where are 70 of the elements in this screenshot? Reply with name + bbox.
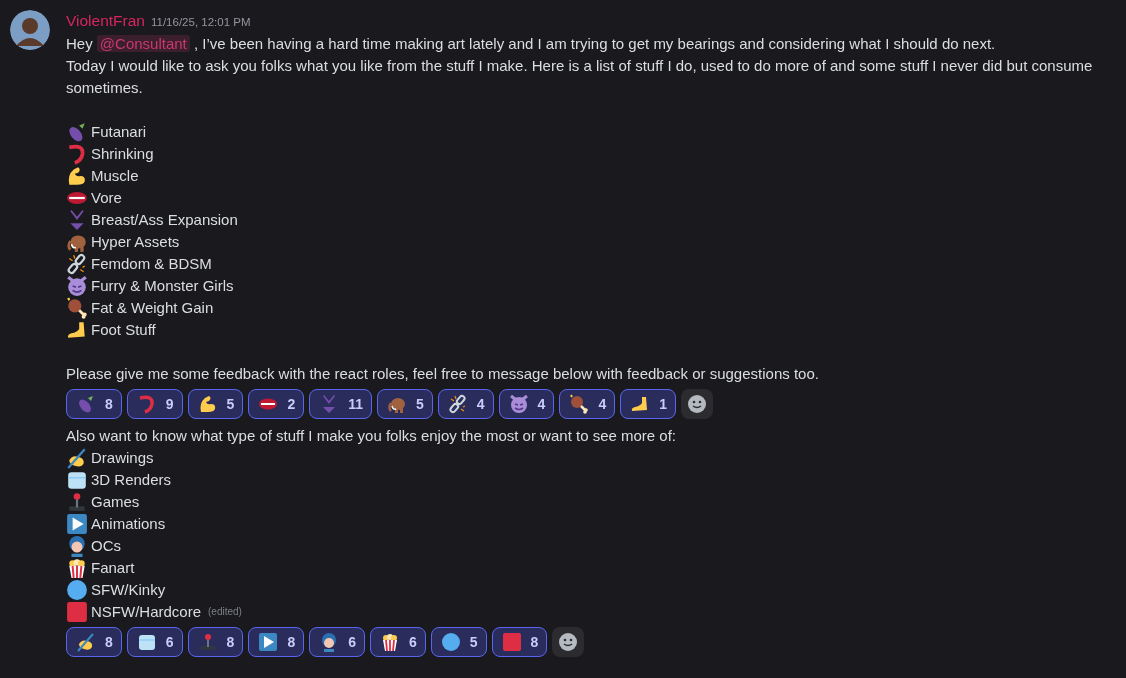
list-item-text: Animations — [91, 514, 166, 534]
flexed-arm-icon — [66, 165, 88, 187]
devil-face-icon — [66, 275, 88, 297]
eggplant-icon — [66, 121, 88, 143]
reaction-button[interactable]: 6 — [370, 627, 426, 657]
popcorn-icon — [380, 632, 400, 652]
list-item-text: Games — [91, 492, 140, 512]
message-text: Please give me some feedback with the react roles, feel free to message below with feedback or suggestions too. — [66, 364, 820, 384]
list-item-text: SFW/Kinky — [91, 580, 166, 600]
list-item-text: Foot Stuff — [91, 320, 156, 340]
chain-icon — [66, 253, 88, 275]
list-item-text: Furry & Monster Girls — [91, 276, 234, 296]
list-item-text: Fat & Weight Gain — [91, 298, 214, 318]
circle-icon — [440, 632, 461, 652]
reaction-button[interactable]: 6 — [309, 627, 365, 657]
play-icon — [258, 632, 279, 652]
reaction-button[interactable]: 1 — [620, 389, 676, 419]
list-item-text: Futanari — [91, 122, 147, 142]
list-item-text: OCs — [91, 536, 121, 556]
reaction-button[interactable]: 6 — [126, 627, 183, 657]
ice-cube-icon — [66, 469, 88, 491]
square-icon — [66, 601, 88, 623]
list-item-text: Drawings — [91, 448, 154, 468]
circle-icon — [66, 579, 88, 601]
chain-icon — [447, 394, 468, 414]
square-icon — [501, 632, 522, 652]
eggplant-icon — [76, 394, 96, 414]
timestamp: 11/16/25, 12:01 PM — [151, 15, 251, 30]
reaction-button[interactable]: 8 — [66, 389, 122, 419]
list-item-text: NSFW/Hardcore — [91, 602, 202, 622]
list-item-text: Breast/Ass Expansion — [91, 210, 238, 230]
popcorn-icon — [66, 557, 88, 579]
message-text: Also want to know what type of stuff I make you folks enjoy the most or want to see more of: — [66, 426, 678, 446]
reaction-button[interactable]: 4 — [437, 389, 494, 419]
smiley-icon — [558, 632, 579, 652]
joystick-icon — [66, 491, 88, 513]
add-reaction-button[interactable] — [681, 389, 713, 419]
reaction-button[interactable]: 2 — [248, 389, 305, 419]
devil-face-icon — [508, 394, 529, 414]
message-text: Hey @Consultant , I’ve been having a hard time making art lately and I am trying to get my bearings and considering what I should do next. — [66, 34, 997, 54]
add-reaction-button[interactable] — [552, 627, 585, 657]
avatar[interactable] — [10, 10, 50, 50]
reaction-button[interactable]: 8 — [66, 627, 122, 657]
list-item-text: Muscle — [91, 166, 139, 186]
list-item-text: 3D Renders — [91, 470, 172, 490]
reaction-button[interactable]: 9 — [126, 389, 183, 419]
reaction-button[interactable]: 4 — [559, 389, 616, 419]
reaction-button[interactable]: 5 — [430, 627, 487, 657]
meat-icon — [66, 297, 88, 319]
edited-label: (edited) — [208, 605, 242, 619]
meat-icon — [569, 394, 590, 414]
ice-cube-icon — [136, 632, 157, 652]
list-item-text: Vore — [91, 188, 122, 208]
message-text: Today I would like to ask you folks what you like from the stuff I make. Here is a list of stuff I do, used to do more of and some stuff I never did but consume sometimes. — [66, 56, 1094, 98]
author-name[interactable]: ViolentFran — [66, 10, 145, 32]
reaction-button[interactable]: 8 — [187, 627, 244, 657]
list-item-text: Hyper Assets — [91, 232, 180, 252]
reaction-button[interactable]: 5 — [187, 389, 244, 419]
reaction-button[interactable]: 8 — [248, 627, 305, 657]
reaction-button[interactable]: 8 — [491, 627, 548, 657]
reaction-button[interactable]: 4 — [498, 389, 555, 419]
list-item-text: Femdom & BDSM — [91, 254, 212, 274]
cartoon-head-icon — [66, 535, 88, 557]
list-item-text: Fanart — [91, 558, 135, 578]
list-item-text: Shrinking — [91, 144, 154, 164]
play-icon — [66, 513, 88, 535]
smiley-icon — [687, 394, 707, 414]
reaction-button[interactable]: 5 — [377, 389, 433, 419]
foot-icon — [66, 319, 88, 341]
reaction-button[interactable]: 11 — [309, 389, 372, 419]
